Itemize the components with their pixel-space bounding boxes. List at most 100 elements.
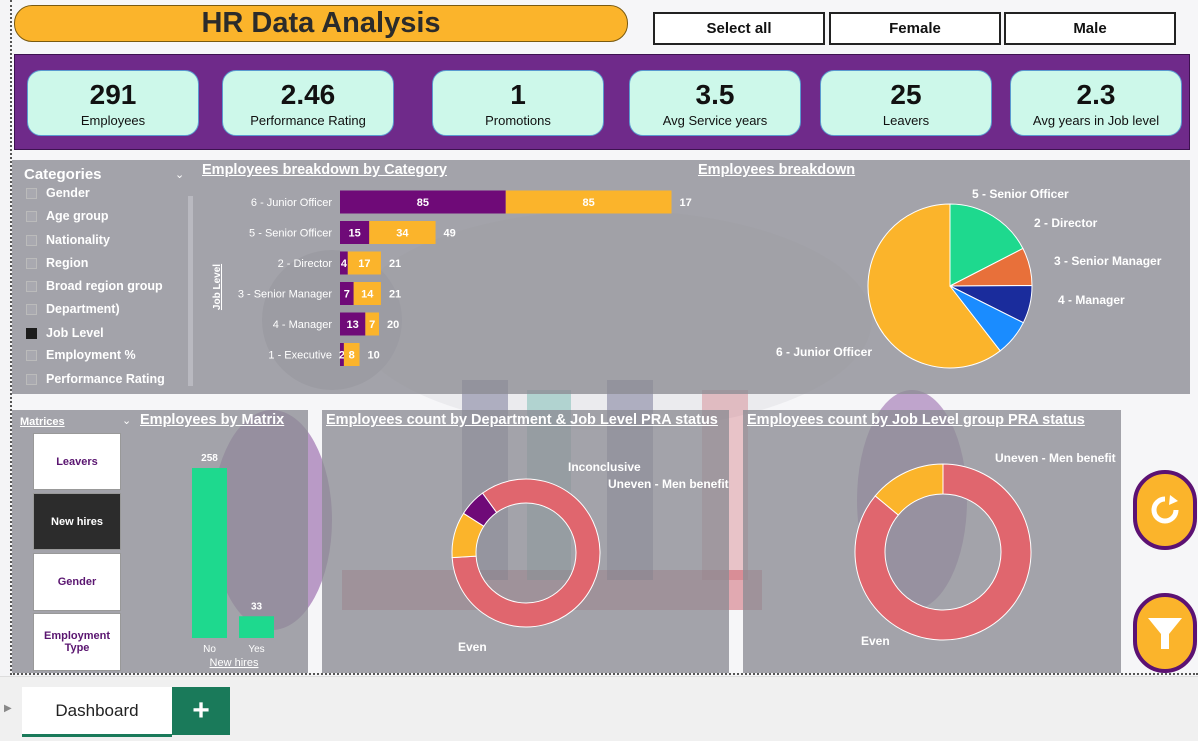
- tick-label: No: [203, 644, 216, 655]
- matrix-gender-button[interactable]: Gender: [33, 553, 121, 611]
- employees-pie-chart: 6 - Junior Officer 5 - Senior Officer 2 - …: [776, 187, 1162, 369]
- category-label: Broad region group: [46, 279, 163, 293]
- tick-label: 3 - Senior Manager: [238, 289, 332, 301]
- category-item-performance-rating[interactable]: Performance Rating: [26, 372, 165, 386]
- checkbox[interactable]: [26, 280, 37, 292]
- checkbox[interactable]: [26, 303, 37, 315]
- checkbox[interactable]: [26, 349, 37, 361]
- joblevel-pra-donut-chart: Even Uneven - Men benefit: [854, 451, 1116, 648]
- checkbox[interactable]: [26, 257, 37, 269]
- total-label: 49: [444, 228, 456, 240]
- report-canvas: HR Data Analysis Select all Female Male …: [10, 0, 1198, 675]
- kpi-card-promotions: 1 Promotions: [432, 70, 604, 136]
- kpi-value: 2.3: [1076, 78, 1116, 110]
- total-label: 170: [680, 197, 693, 209]
- category-label: Nationality: [46, 233, 110, 247]
- kpi-value: 2.46: [280, 78, 336, 110]
- slice-label: 2 - Director: [1034, 216, 1098, 230]
- slice-label: 3 - Senior Manager: [1054, 254, 1162, 268]
- sheet-tab-bar: ▶ Dashboard +: [0, 676, 1198, 741]
- category-label: Performance Rating: [46, 372, 165, 386]
- total-label: 21: [389, 289, 401, 301]
- filter-male-button[interactable]: Male: [1004, 12, 1176, 45]
- category-label: Employment %: [46, 348, 136, 362]
- title-banner: HR Data Analysis: [14, 5, 628, 42]
- category-item-department[interactable]: Department): [26, 302, 120, 316]
- matrix-employment-type-button[interactable]: Employment Type: [33, 613, 121, 671]
- data-label: 85: [583, 197, 595, 209]
- axis-label: Job Level: [212, 264, 223, 310]
- category-item-job-level[interactable]: Job Level: [26, 326, 104, 340]
- kpi-card-avg-years-in-job-level: 2.3 Avg years in Job level: [1010, 70, 1182, 136]
- category-item-age-group[interactable]: Age group: [26, 209, 109, 223]
- category-item-nationality[interactable]: Nationality: [26, 233, 110, 247]
- slice-label: Even: [458, 640, 487, 654]
- checkbox-checked[interactable]: [26, 327, 37, 339]
- category-bar-chart: Job Level 6 - Junior Officer 85 85 170 5 - Se…: [212, 190, 693, 366]
- joblevel-donut-title: Employees count by Job Level group PRA s…: [747, 412, 1085, 428]
- category-item-broad-region-group[interactable]: Broad region group: [26, 279, 163, 293]
- data-label: 7: [369, 319, 375, 331]
- category-label: Region: [46, 256, 89, 270]
- checkbox[interactable]: [26, 210, 37, 222]
- filter-female-button[interactable]: Female: [829, 12, 1001, 45]
- kpi-value: 291: [89, 78, 137, 110]
- page-title: HR Data Analysis: [201, 7, 441, 39]
- data-label: 34: [396, 228, 409, 240]
- chevron-down-icon[interactable]: ⌄: [122, 414, 131, 427]
- data-label: 14: [361, 289, 374, 301]
- kpi-label: Employees: [80, 112, 146, 128]
- total-label: 21: [389, 258, 401, 270]
- axis-label: New hires: [210, 657, 259, 669]
- dept-pra-donut-chart: Even Inconclusive Uneven - Men benefit: [451, 460, 729, 654]
- category-bar-title: Employees breakdown by Category: [202, 162, 447, 178]
- kpi-label: Leavers: [882, 112, 930, 128]
- kpi-value: 25: [890, 78, 922, 110]
- category-label: Gender: [46, 186, 90, 200]
- category-item-gender[interactable]: Gender: [26, 186, 90, 200]
- tick-label: Yes: [248, 644, 264, 655]
- slice-label: 6 - Junior Officer: [776, 345, 872, 359]
- kpi-card-avg-service-years: 3.5 Avg Service years: [629, 70, 801, 136]
- tick-label: 1 - Executive: [268, 350, 332, 362]
- kpi-value: 1: [510, 78, 526, 110]
- categories-scrollbar[interactable]: [188, 196, 193, 386]
- filter-button[interactable]: [1133, 593, 1197, 673]
- category-item-region[interactable]: Region: [26, 256, 88, 270]
- matrix-leavers-button[interactable]: Leavers: [33, 433, 121, 490]
- total-label: 10: [368, 350, 380, 362]
- refresh-button[interactable]: [1133, 470, 1197, 550]
- slice-label: 4 - Manager: [1058, 293, 1125, 307]
- data-label: 17: [358, 258, 370, 270]
- kpi-card-leavers: 25 Leavers: [820, 70, 992, 136]
- data-label: 33: [251, 601, 263, 612]
- checkbox[interactable]: [26, 187, 37, 199]
- total-label: 20: [387, 319, 399, 331]
- kpi-label: Avg Service years: [662, 112, 768, 128]
- checkbox[interactable]: [26, 234, 37, 246]
- pie-title: Employees breakdown: [698, 162, 856, 178]
- kpi-card-employees: 291 Employees: [27, 70, 199, 136]
- slice-label: Uneven - Men benefit: [608, 477, 729, 491]
- tab-dashboard[interactable]: Dashboard: [22, 687, 172, 737]
- slice-label: Uneven - Men benefit: [995, 451, 1116, 465]
- kpi-label: Promotions: [485, 112, 551, 128]
- category-label: Department): [46, 302, 120, 316]
- matrix-new-hires-button[interactable]: New hires: [33, 493, 121, 550]
- category-label: Age group: [46, 209, 109, 223]
- tick-label: 5 - Senior Officer: [249, 228, 332, 240]
- dashboard-page: HR Data Analysis Select all Female Male …: [0, 0, 1198, 741]
- checkbox[interactable]: [26, 373, 37, 385]
- kpi-card-performance-rating: 2.46 Performance Rating: [222, 70, 394, 136]
- chevron-down-icon[interactable]: ⌄: [175, 168, 184, 181]
- slice-label: Even: [861, 634, 890, 648]
- data-label: 7: [344, 289, 350, 301]
- category-item-employment-percent[interactable]: Employment %: [26, 348, 136, 362]
- filter-select-all-button[interactable]: Select all: [653, 12, 825, 45]
- matrix-bar-title: Employees by Matrix: [140, 412, 285, 428]
- matrix-bar-chart: 258 No 33 Yes New hires: [192, 453, 274, 669]
- add-sheet-button[interactable]: +: [172, 687, 230, 735]
- scroll-left-icon[interactable]: ▶: [4, 703, 12, 714]
- kpi-label: Avg years in Job level: [1032, 112, 1160, 128]
- slice-label: 5 - Senior Officer: [972, 187, 1069, 201]
